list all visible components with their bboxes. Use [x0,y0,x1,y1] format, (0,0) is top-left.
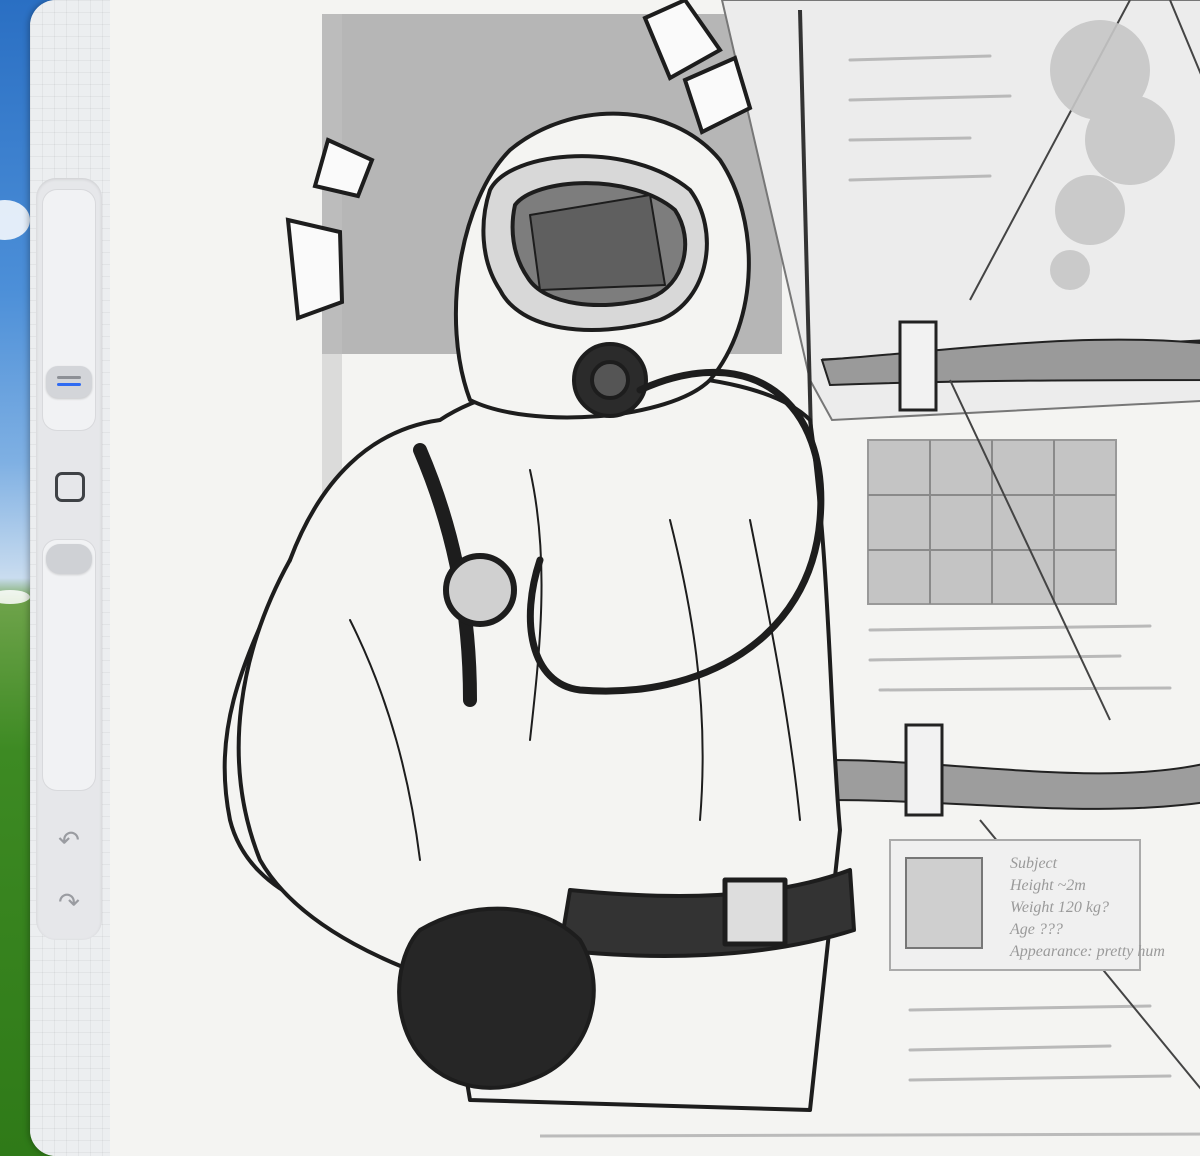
note-line: Weight 120 kg? [1010,899,1109,916]
opacity-thumb[interactable] [46,544,92,574]
brush-size-thumb[interactable] [46,366,92,398]
tape-strip [898,320,938,412]
procreate-window: ↶ ↷ Subject Height ~2m Weight 120 kg? Ag… [30,0,1200,1156]
artwork: Subject Height ~2m Weight 120 kg? Age ??… [222,0,1200,1138]
cloud-shape [0,590,30,604]
thumb-accent-line [57,383,81,386]
tool-panel: ↶ ↷ [36,178,102,940]
cloud-shape [0,200,30,240]
undo-button[interactable]: ↶ [54,826,84,854]
redo-arrow-icon: ↷ [58,887,80,917]
thumb-grip-line [57,376,81,379]
redo-button[interactable]: ↷ [54,888,84,916]
undo-arrow-icon: ↶ [58,825,80,855]
modify-button[interactable] [53,470,85,502]
note-line: Subject [1010,855,1058,872]
square-icon [55,472,85,502]
opacity-slider[interactable] [43,540,95,790]
note-line: Height ~2m [1009,877,1086,894]
note-line: Age ??? [1009,921,1063,938]
note-line: Appearance: pretty hum [1009,943,1165,960]
drawing-canvas[interactable]: Subject Height ~2m Weight 120 kg? Age ??… [110,0,1200,1156]
left-sidebar: ↶ ↷ [30,0,110,1156]
